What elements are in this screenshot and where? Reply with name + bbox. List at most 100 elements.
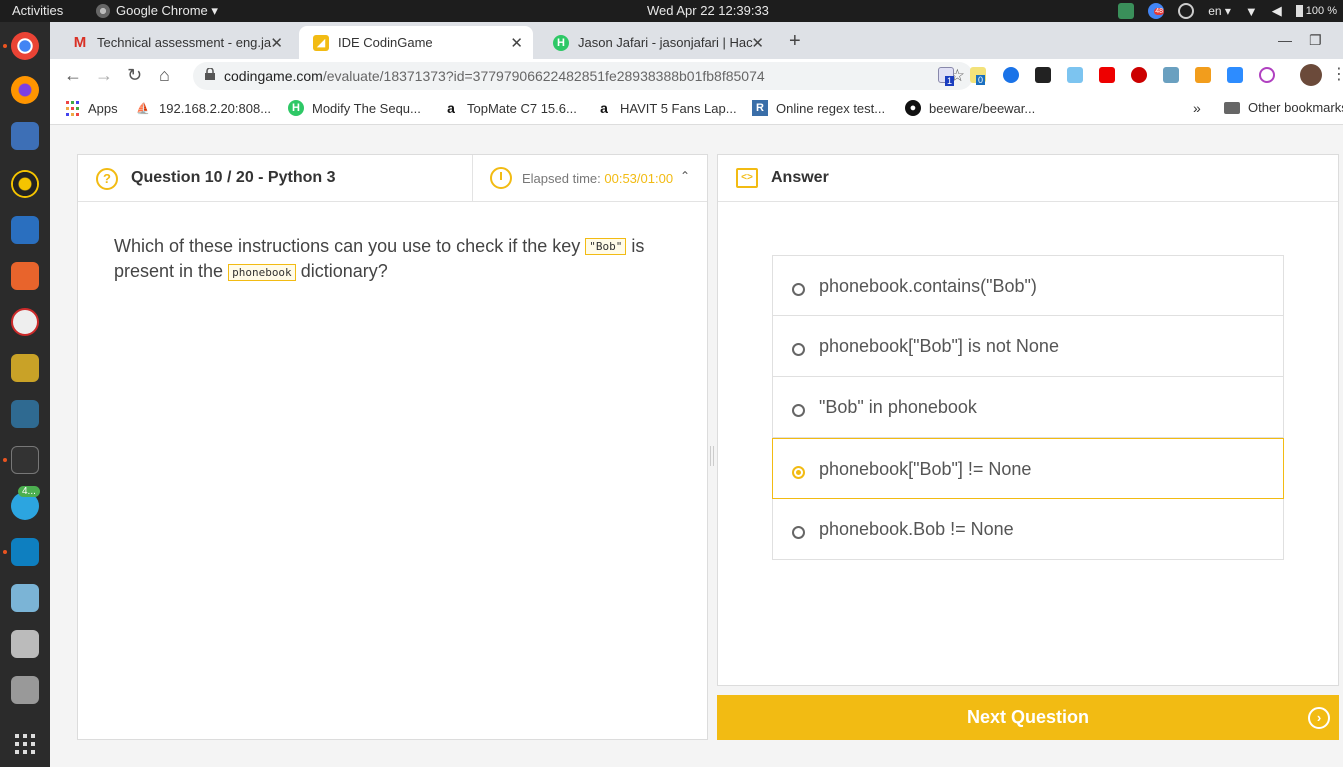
bookmark-label: Online regex test... [776,100,886,116]
address-bar[interactable]: codingame.com/evaluate/18371373?id=37797… [193,62,973,90]
running-indicator [3,550,7,554]
bookmark-label: Apps [88,100,118,116]
url-domain: codingame.com [224,68,323,84]
whatsapp-icon[interactable] [1178,3,1195,19]
clock[interactable]: Wed Apr 22 12:39:33 [647,3,769,18]
language-indicator[interactable]: en ▾ [1208,4,1231,18]
notification-icon[interactable]: 48 [1148,3,1165,19]
bookmark-item[interactable]: a HAVIT 5 Fans Lap... [596,100,737,116]
volume-icon[interactable]: ◀ [1272,3,1282,19]
tab-label: IDE CodinGame [338,35,433,50]
notes-extension-icon[interactable]: 0 [970,67,986,85]
tab-codingame[interactable]: ◢ IDE CodinGame ✕ [299,26,533,59]
broadcast-extension-icon[interactable] [1259,67,1275,83]
opera-extension-icon[interactable] [1131,67,1147,83]
radio-button[interactable] [792,343,805,356]
satellite-extension-icon[interactable] [1163,67,1179,83]
radio-button[interactable] [792,526,805,539]
question-text-part: Which of these instructions can you use … [114,236,586,256]
vscode-dock-icon[interactable] [11,538,39,566]
restore-icon[interactable]: ❐ [1309,32,1322,49]
app-menu-label: Google Chrome ▾ [116,3,218,18]
radio-button[interactable] [792,283,805,296]
apps-bookmark[interactable]: Apps [64,100,118,116]
bookmark-label: Other bookmarks [1248,100,1343,115]
software-center-dock-icon[interactable] [11,262,39,290]
tray-app-icon[interactable] [1118,3,1135,19]
brave-extension-icon[interactable] [1195,67,1211,83]
answer-option[interactable]: phonebook["Bob"] is not None [772,316,1284,377]
spider-app-dock-icon[interactable] [11,308,39,336]
elapsed-timer[interactable]: Elapsed time: 00:53/01:00 ⌃ [472,155,708,201]
bookmark-item[interactable]: R Online regex test... [752,100,885,116]
ssd-drive-dock-icon[interactable] [11,676,39,704]
app-menu[interactable]: Google Chrome ▾ [96,3,218,19]
home-icon[interactable]: ⌂ [159,65,170,86]
bookmark-label: HAVIT 5 Fans Lap... [620,100,737,116]
battery-indicator[interactable]: 100 % [1295,5,1337,17]
chevron-up-icon[interactable]: ⌃ [680,169,690,183]
folder-icon [1224,101,1240,114]
bookmark-item[interactable]: ⛵ 192.168.2.20:808... [135,100,271,116]
extension-badge: 0 [976,75,986,85]
tab-gmail[interactable]: M Technical assessment - eng.ja ✕ [58,26,293,59]
bookmark-item[interactable]: a TopMate C7 15.6... [443,100,577,116]
tab-label: Technical assessment - eng.ja [97,35,272,50]
bookmarks-overflow-button[interactable]: » [1193,100,1201,116]
back-icon[interactable]: ← [64,65,82,86]
close-tab-icon[interactable]: ✕ [270,34,283,52]
timer-label: Elapsed time: [522,171,605,186]
chevron-right-circle-icon: › [1308,707,1330,729]
close-tab-icon[interactable]: ✕ [751,34,764,52]
zoom-extension-icon[interactable] [1227,67,1243,83]
close-tab-icon[interactable]: ✕ [510,34,523,52]
network-tool-dock-icon[interactable] [11,584,39,612]
mysql-workbench-dock-icon[interactable] [11,400,39,428]
text-editor-dock-icon[interactable] [11,630,39,658]
bookmark-item[interactable]: ● beeware/beewar... [905,100,1035,116]
answer-option[interactable]: phonebook.Bob != None [772,499,1284,560]
answer-option[interactable]: "Bob" in phonebook [772,377,1284,438]
amazon-icon: a [447,100,455,116]
radio-button[interactable] [792,404,805,417]
at-extension-icon[interactable] [1003,67,1019,83]
option-text: "Bob" in phonebook [819,397,977,417]
regex-icon: R [752,100,768,116]
browser-toolbar: ← → ↻ ⌂ codingame.com/evaluate/18371373?… [50,59,1343,92]
reload-icon[interactable]: ↻ [127,65,142,86]
next-question-button[interactable]: Next Question › [717,695,1339,740]
bookmark-item[interactable]: H Modify The Sequ... [288,100,421,116]
option-text: phonebook.contains("Bob") [819,276,1037,296]
files-dock-icon[interactable] [11,122,39,150]
forward-icon[interactable]: → [95,65,113,86]
activities-button[interactable]: Activities [12,3,63,18]
terminal-dock-icon[interactable] [11,446,39,474]
code-icon: <> [736,168,758,188]
writer-dock-icon[interactable] [11,216,39,244]
profile-avatar[interactable] [1300,64,1322,86]
panel-resize-handle[interactable] [710,446,714,466]
show-applications-icon[interactable] [15,734,35,754]
lock-icon [205,68,215,80]
db-tool-dock-icon[interactable] [11,354,39,382]
answer-option-selected[interactable]: phonebook["Bob"] != None [772,438,1284,499]
bookmark-label: 192.168.2.20:808... [159,100,272,116]
firefox-dock-icon[interactable] [11,76,39,104]
new-tab-button[interactable]: + [789,30,801,53]
incognito-extension-icon[interactable] [1035,67,1051,83]
other-bookmarks[interactable]: Other bookmarks [1224,100,1343,115]
timer-value: 00:53/01:00 [604,171,674,186]
extension-icon[interactable]: 1 [938,67,955,86]
chrome-dock-icon[interactable] [11,32,39,60]
radio-button-checked[interactable] [792,466,805,479]
minimize-icon[interactable]: — [1278,32,1292,48]
cloud-extension-icon[interactable] [1067,67,1083,83]
youtube-extension-icon[interactable] [1099,67,1115,83]
rhythmbox-dock-icon[interactable] [11,170,39,198]
chrome-menu-icon[interactable]: ⋮ [1331,64,1343,84]
wifi-icon[interactable]: ▼ [1245,4,1258,19]
notification-count: 48 [1154,8,1164,15]
question-panel: ? Question 10 / 20 - Python 3 Elapsed ti… [77,154,708,740]
answer-option[interactable]: phonebook.contains("Bob") [772,255,1284,316]
tab-hackerrank[interactable]: H Jason Jafari - jasonjafari | Hac ✕ [539,26,774,59]
